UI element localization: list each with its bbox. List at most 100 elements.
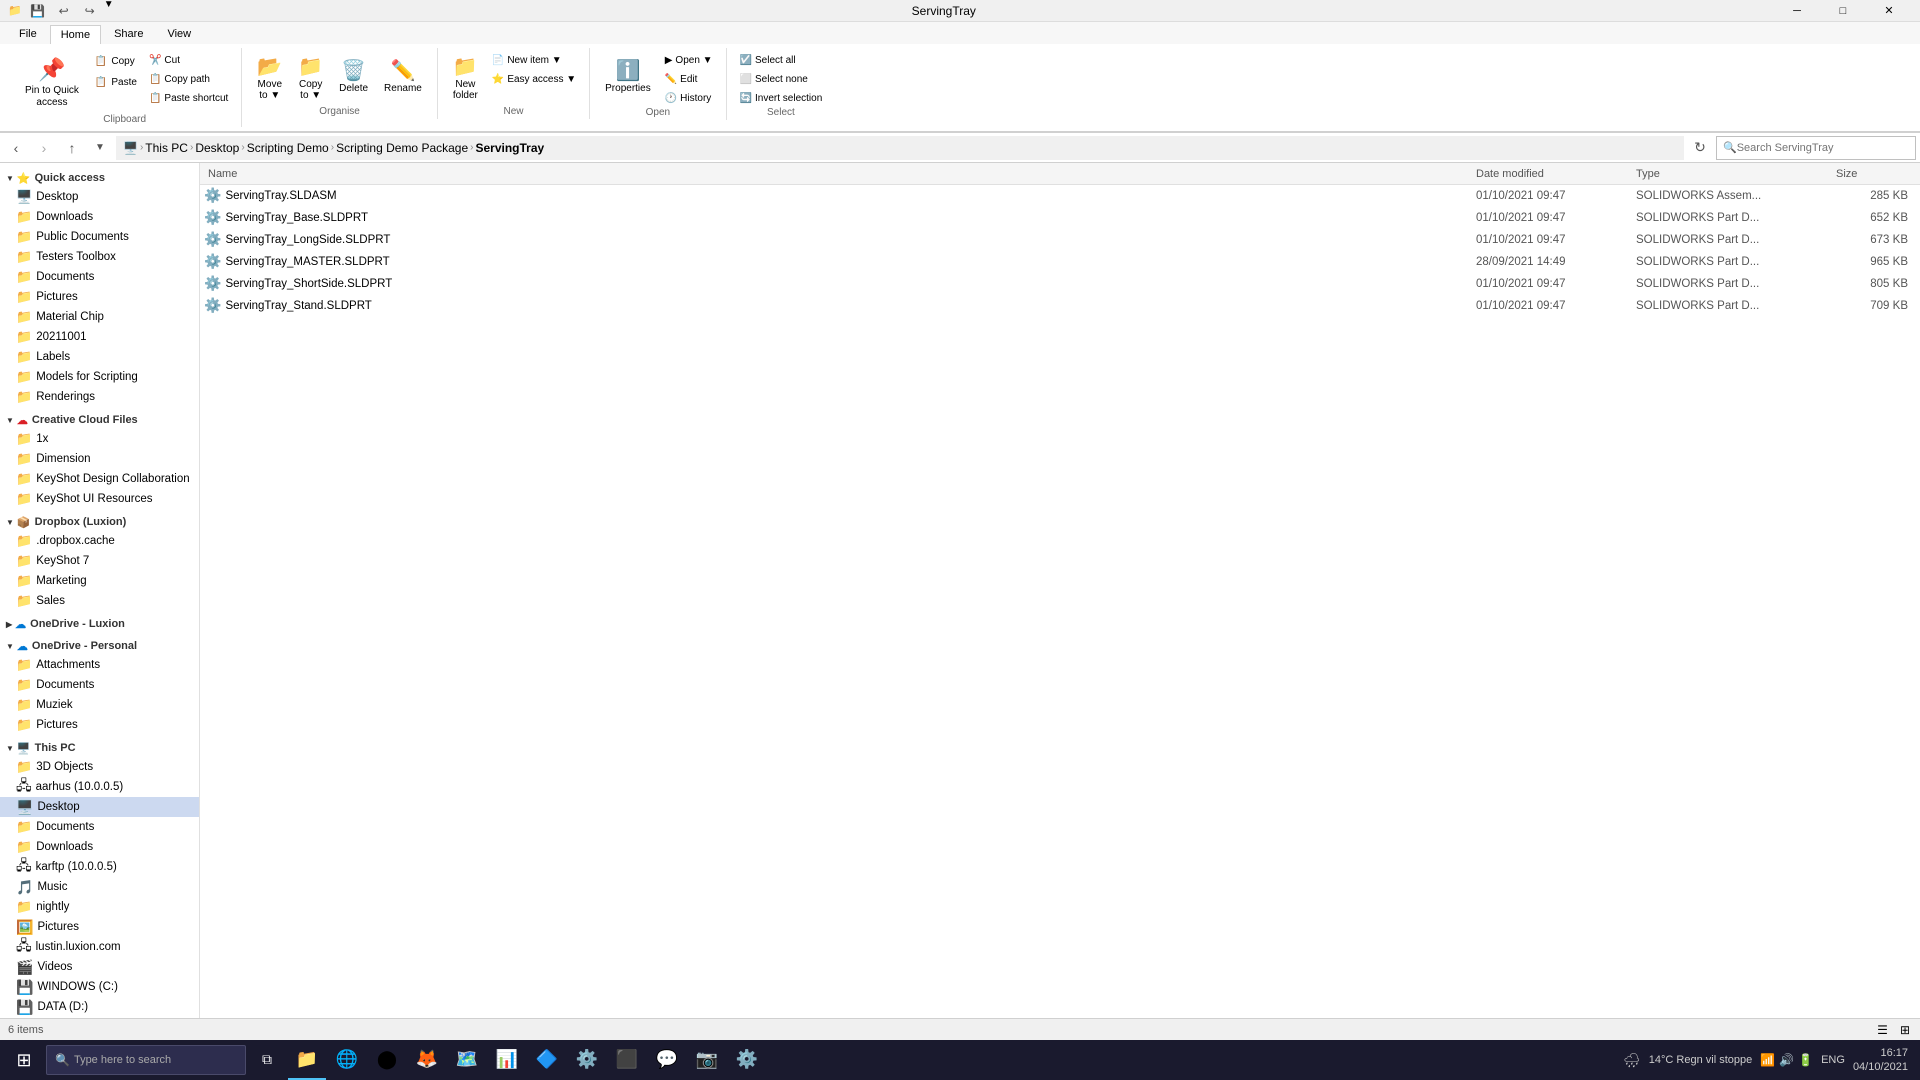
nav-item-pictures-od[interactable]: 📁 Pictures [0,715,199,735]
taskbar-app-edge[interactable]: 🌐 [328,1040,366,1080]
copy-path-btn[interactable]: 📋 Copy path [144,71,233,88]
delete-btn[interactable]: 🗑️ Delete [332,52,375,102]
nav-item-muziek[interactable]: 📁 Muziek [0,695,199,715]
cut-btn[interactable]: ✂️ Cut [144,52,233,69]
move-to-btn[interactable]: 📂 Moveto ▼ [250,52,289,106]
nav-item-1x[interactable]: 📁 1x [0,429,199,449]
nav-item-attachments[interactable]: 📁 Attachments [0,655,199,675]
large-icons-view-btn[interactable]: ⊞ [1898,1023,1912,1037]
paste-shortcut-btn[interactable]: 📋 Paste shortcut [144,90,233,107]
open-btn[interactable]: ▶ Open ▼ [660,52,718,69]
taskbar-task-view[interactable]: ⧉ [248,1040,286,1080]
rename-btn[interactable]: ✏️ Rename [377,52,429,102]
forward-btn[interactable]: › [32,136,56,160]
table-row[interactable]: ⚙️ ServingTray_Stand.SLDPRT 01/10/2021 0… [200,295,1920,317]
taskbar-app-office[interactable]: 📊 [488,1040,526,1080]
quick-access-header[interactable]: ▼ ⭐ Quick access [0,167,199,187]
nav-item-documents-pc[interactable]: 📁 Documents [0,817,199,837]
breadcrumb-part-2[interactable]: Desktop [195,141,239,155]
col-header-size[interactable]: Size [1836,168,1916,180]
table-row[interactable]: ⚙️ ServingTray_Base.SLDPRT 01/10/2021 09… [200,207,1920,229]
nav-item-nightly[interactable]: 📁 nightly [0,897,199,917]
nav-item-labels[interactable]: 📁 Labels [0,347,199,367]
nav-item-sales[interactable]: 📁 Sales [0,591,199,611]
taskbar-app-chrome[interactable]: ⬤ [368,1040,406,1080]
tab-file[interactable]: File [8,24,48,44]
tab-view[interactable]: View [156,24,202,44]
details-view-btn[interactable]: ☰ [1875,1023,1890,1037]
nav-item-keyshot-ui[interactable]: 📁 KeyShot UI Resources [0,489,199,509]
dropbox-header[interactable]: ▼ 📦 Dropbox (Luxion) [0,511,199,531]
breadcrumb-part-4[interactable]: Scripting Demo Package [336,141,468,155]
creative-cloud-header[interactable]: ▼ ☁ Creative Cloud Files [0,409,199,429]
select-all-btn[interactable]: ☑️ Select all [735,52,828,69]
col-header-date[interactable]: Date modified [1476,168,1636,180]
nav-item-renderings[interactable]: 📁 Renderings [0,387,199,407]
breadcrumb-part-5[interactable]: ServingTray [476,141,545,155]
nav-item-windows-c[interactable]: 💾 WINDOWS (C:) [0,977,199,997]
nav-item-lustin[interactable]: 🖧 lustin.luxion.com [0,937,199,957]
col-header-name[interactable]: Name [204,168,1476,180]
copy-btn[interactable]: 📋 Copy [90,52,142,71]
recent-locations-btn[interactable]: ▼ [88,136,112,160]
nav-item-pictures-pc[interactable]: 🖼️ Pictures [0,917,199,937]
taskbar-app-file-explorer[interactable]: 📁 [288,1040,326,1080]
nav-item-marketing[interactable]: 📁 Marketing [0,571,199,591]
table-row[interactable]: ⚙️ ServingTray_ShortSide.SLDPRT 01/10/20… [200,273,1920,295]
breadcrumb-part-3[interactable]: Scripting Demo [247,141,329,155]
maximize-btn[interactable]: □ [1820,0,1866,22]
nav-item-data-d[interactable]: 💾 DATA (D:) [0,997,199,1017]
invert-selection-btn[interactable]: 🔄 Invert selection [735,90,828,107]
paste-btn[interactable]: 📋 Paste [90,73,142,92]
nav-item-aarhus[interactable]: 🖧 aarhus (10.0.0.5) [0,777,199,797]
nav-item-dropbox-cache[interactable]: 📁 .dropbox.cache [0,531,199,551]
refresh-btn[interactable]: ↻ [1688,136,1712,160]
nav-item-models-scripting[interactable]: 📁 Models for Scripting [0,367,199,387]
quick-save-btn[interactable]: 💾 [26,0,50,23]
minimize-btn[interactable]: ─ [1774,0,1820,22]
nav-item-desktop-qa[interactable]: 🖥️ Desktop [0,187,199,207]
pin-quick-access-btn[interactable]: 📌 Pin to Quickaccess [16,52,88,114]
nav-item-desktop-pc[interactable]: 🖥️ Desktop [0,797,199,817]
taskbar-clock[interactable]: 16:17 04/10/2021 [1853,1046,1908,1075]
onedrive-luxion-header[interactable]: ▶ ☁ OneDrive - Luxion [0,613,199,633]
taskbar-app-maps[interactable]: 🗺️ [448,1040,486,1080]
close-btn[interactable]: ✕ [1866,0,1912,22]
start-button[interactable]: ⊞ [4,1040,44,1080]
taskbar-app-solidworks[interactable]: ⚙️ [568,1040,606,1080]
taskbar-app-camera[interactable]: 📷 [688,1040,726,1080]
nav-item-keyshot-collab[interactable]: 📁 KeyShot Design Collaboration [0,469,199,489]
taskbar-app-terminal[interactable]: ⬛ [608,1040,646,1080]
nav-item-keyshot7[interactable]: 📁 KeyShot 7 [0,551,199,571]
nav-item-20211001[interactable]: 📁 20211001 [0,327,199,347]
undo-btn[interactable]: ↩ [52,0,76,23]
copy-to-btn[interactable]: 📁 Copyto ▼ [291,52,330,106]
nav-item-karftp[interactable]: 🖧 karftp (10.0.0.5) [0,857,199,877]
nav-item-documents-qa[interactable]: 📁 Documents [0,267,199,287]
up-btn[interactable]: ↑ [60,136,84,160]
nav-item-downloads-qa[interactable]: 📁 Downloads [0,207,199,227]
table-row[interactable]: ⚙️ ServingTray_MASTER.SLDPRT 28/09/2021 … [200,251,1920,273]
edit-btn[interactable]: ✏️ Edit [660,71,718,88]
new-folder-btn[interactable]: 📁 Newfolder [446,52,485,106]
col-header-type[interactable]: Type [1636,168,1836,180]
breadcrumb-part-1[interactable]: This PC [145,141,188,155]
history-btn[interactable]: 🕐 History [660,90,718,107]
tab-home[interactable]: Home [50,25,101,44]
taskbar-app-keyshot[interactable]: 🔷 [528,1040,566,1080]
nav-item-3d-objects[interactable]: 📁 3D Objects [0,757,199,777]
nav-item-videos[interactable]: 🎬 Videos [0,957,199,977]
taskbar-search[interactable]: 🔍 Type here to search [46,1045,246,1075]
select-none-btn[interactable]: ⬜ Select none [735,71,828,88]
nav-item-dimension[interactable]: 📁 Dimension [0,449,199,469]
breadcrumb[interactable]: 🖥️ › This PC › Desktop › Scripting Demo … [116,136,1684,160]
back-btn[interactable]: ‹ [4,136,28,160]
search-box[interactable]: 🔍 [1716,136,1916,160]
easy-access-btn[interactable]: ⭐ Easy access ▼ [487,71,581,88]
this-pc-header[interactable]: ▼ 🖥️ This PC [0,737,199,757]
redo-btn[interactable]: ↪ [78,0,102,23]
nav-item-documents-od[interactable]: 📁 Documents [0,675,199,695]
table-row[interactable]: ⚙️ ServingTray.SLDASM 01/10/2021 09:47 S… [200,185,1920,207]
tab-share[interactable]: Share [103,24,154,44]
properties-btn[interactable]: ℹ️ Properties [598,52,658,102]
